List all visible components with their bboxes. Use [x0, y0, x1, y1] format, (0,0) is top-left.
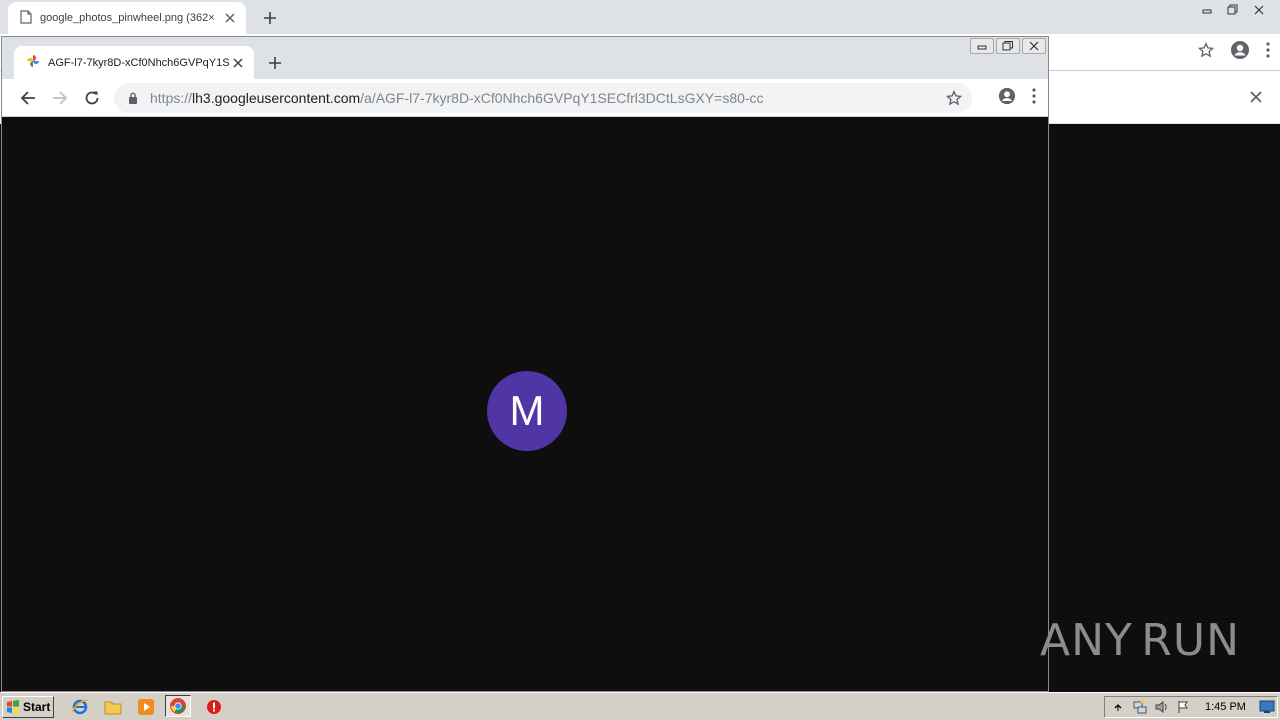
popup-window-controls	[970, 38, 1046, 54]
new-tab-button[interactable]	[263, 51, 287, 75]
chevron-up-icon[interactable]	[1109, 698, 1127, 716]
maximize-button[interactable]	[996, 38, 1020, 54]
account-icon[interactable]	[998, 87, 1016, 108]
url-path: /a/AGF-l7-7kyr8D-xCf0Nhch6GVPqY1SECfrl3D…	[360, 90, 764, 106]
watermark-right-text: RUN	[1141, 614, 1240, 666]
document-icon	[20, 9, 32, 27]
network-icon[interactable]	[1131, 698, 1149, 716]
back-button[interactable]	[16, 86, 40, 110]
chrome-icon[interactable]	[165, 695, 191, 717]
star-icon[interactable]	[1197, 42, 1215, 61]
menu-icon[interactable]	[1032, 88, 1036, 107]
minimize-button[interactable]	[1194, 0, 1220, 20]
system-tray: 1:45 PM	[1104, 696, 1278, 718]
internet-explorer-icon[interactable]	[70, 697, 90, 717]
close-icon[interactable]	[1248, 89, 1264, 105]
media-player-icon[interactable]	[136, 697, 156, 717]
close-window-button[interactable]	[1246, 0, 1272, 20]
reload-button[interactable]	[80, 86, 104, 110]
minimize-button[interactable]	[970, 38, 994, 54]
folder-icon[interactable]	[103, 697, 123, 717]
close-icon[interactable]	[230, 55, 246, 71]
taskbar: Start 1:45 PM	[0, 692, 1280, 720]
window-controls	[1194, 0, 1272, 20]
avatar-image: M	[487, 371, 567, 451]
google-photos-pinwheel-icon	[26, 54, 40, 71]
avatar-letter: M	[509, 387, 545, 434]
watermark-left-text: ANY	[1040, 614, 1133, 666]
menu-icon[interactable]	[1266, 42, 1270, 61]
star-icon[interactable]	[944, 88, 964, 108]
popup-toolbar: https://lh3.googleusercontent.com/a/AGF-…	[2, 79, 1048, 117]
background-tab-strip: google_photos_pinwheel.png (362×	[0, 0, 1280, 34]
volume-icon[interactable]	[1153, 698, 1171, 716]
flag-icon[interactable]	[1175, 698, 1193, 716]
popup-tab[interactable]: AGF-l7-7kyr8D-xCf0Nhch6GVPqY1SE	[14, 46, 254, 79]
url-host: lh3.googleusercontent.com	[192, 90, 361, 106]
url-text[interactable]: https://lh3.googleusercontent.com/a/AGF-…	[150, 90, 944, 106]
start-label: Start	[23, 700, 51, 714]
address-bar[interactable]: https://lh3.googleusercontent.com/a/AGF-…	[114, 83, 972, 113]
forward-button[interactable]	[48, 86, 72, 110]
popup-browser-window: AGF-l7-7kyr8D-xCf0Nhch6GVPqY1SE https://…	[1, 36, 1049, 692]
account-icon[interactable]	[1230, 40, 1250, 63]
anyrun-watermark: ANY RUN	[1040, 608, 1240, 672]
stop-icon[interactable]	[204, 697, 224, 717]
lock-icon[interactable]	[126, 91, 140, 105]
background-tab-title: google_photos_pinwheel.png (362×	[40, 12, 215, 24]
page-viewport: M	[5, 117, 1047, 691]
close-window-button[interactable]	[1022, 38, 1046, 54]
popup-tab-title: AGF-l7-7kyr8D-xCf0Nhch6GVPqY1SE	[48, 56, 230, 69]
clock[interactable]: 1:45 PM	[1205, 701, 1246, 713]
windows-flag-icon	[6, 700, 20, 714]
show-desktop-icon[interactable]	[1259, 700, 1275, 714]
start-button[interactable]: Start	[2, 696, 54, 718]
background-tab[interactable]: google_photos_pinwheel.png (362×	[8, 2, 246, 34]
restore-button[interactable]	[1220, 0, 1246, 20]
new-tab-button[interactable]	[258, 6, 282, 30]
close-icon[interactable]	[222, 10, 238, 26]
popup-tab-strip: AGF-l7-7kyr8D-xCf0Nhch6GVPqY1SE	[2, 37, 1048, 79]
url-scheme: https://	[150, 90, 193, 106]
